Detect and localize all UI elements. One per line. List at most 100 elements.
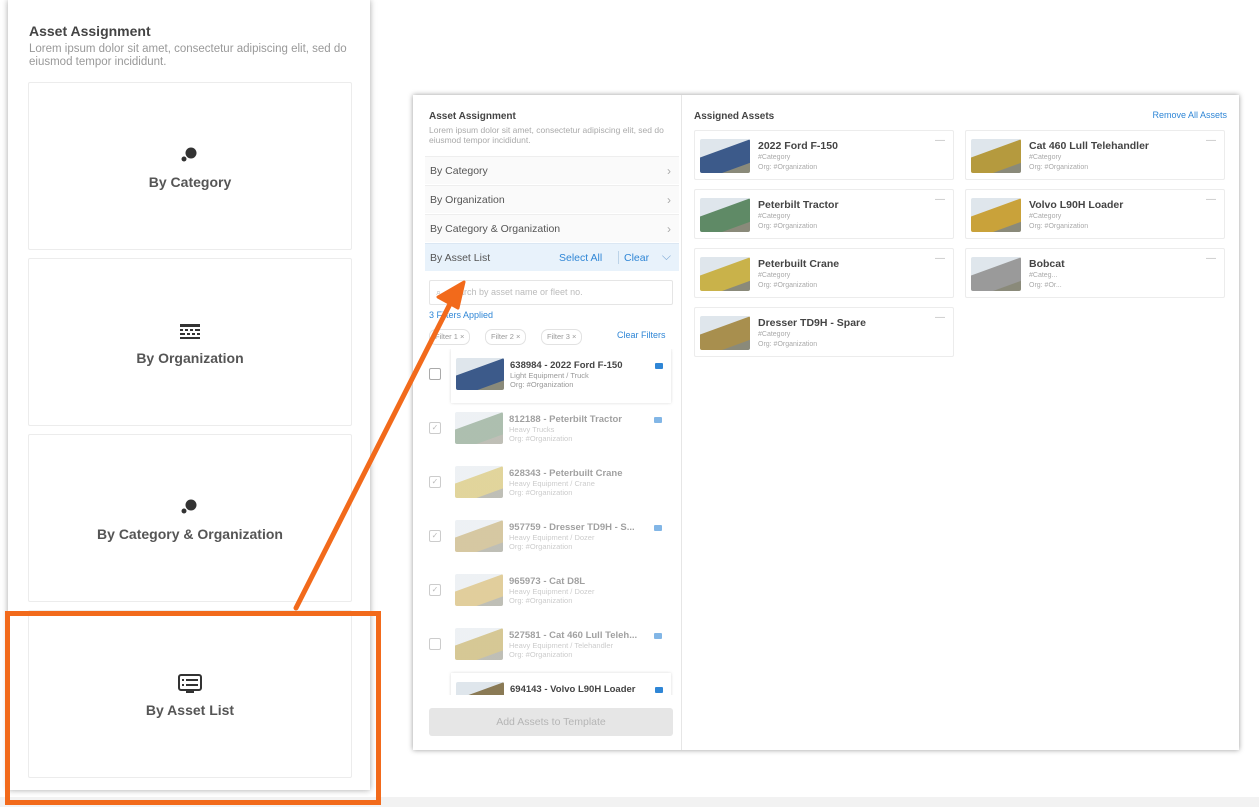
list-item[interactable]: 527581 - Cat 460 Lull Teleh... Heavy Equ… <box>423 619 675 673</box>
by-organization-option[interactable]: By Organization <box>28 258 352 426</box>
asset-category: #Category <box>758 331 791 338</box>
accordion-by-category[interactable]: By Category › <box>425 156 679 184</box>
chevron-right-icon: › <box>667 164 671 178</box>
asset-category: #Category <box>1029 213 1062 220</box>
filter-chip[interactable]: Filter 3 × <box>541 329 583 345</box>
panel-description: Lorem ipsum dolor sit amet, consectetur … <box>29 43 347 68</box>
asset-name: Bobcat <box>1029 258 1065 270</box>
asset-name: 628343 - Peterbuilt Crane <box>509 468 623 479</box>
asset-name: 2022 Ford F-150 <box>758 140 838 152</box>
clear-link[interactable]: Clear <box>624 252 649 264</box>
filters-applied-link[interactable]: 3 Filters Applied <box>429 310 493 320</box>
assigned-asset-card[interactable]: 2022 Ford F-150 #Category Org: #Organiza… <box>694 130 954 180</box>
list-item[interactable]: 694143 - Volvo L90H Loader <box>451 673 671 695</box>
accordion-label: By Asset List <box>430 251 491 264</box>
more-icon[interactable]: — <box>935 253 945 264</box>
list-item[interactable]: 638984 - 2022 Ford F-150 Light Equipment… <box>429 349 671 403</box>
asset-category: #Category <box>758 272 791 279</box>
checkbox[interactable] <box>429 368 441 380</box>
checkbox[interactable]: ✓ <box>429 584 441 596</box>
asset-org: Org: #Organization <box>758 282 818 289</box>
checkbox[interactable]: ✓ <box>429 530 441 542</box>
clear-filters-link[interactable]: Clear Filters <box>617 330 666 340</box>
asset-thumbnail <box>971 139 1021 173</box>
more-icon[interactable]: — <box>935 135 945 146</box>
assigned-asset-card[interactable]: Bobcat #Categ... Org: #Or... — <box>965 248 1225 298</box>
asset-category: Heavy Equipment / Crane <box>509 479 595 488</box>
asset-name: Cat 460 Lull Telehandler <box>1029 140 1150 152</box>
more-icon[interactable]: — <box>935 194 945 205</box>
chevron-down-icon[interactable]: ⌵ <box>662 249 671 264</box>
asset-thumbnail <box>455 466 503 498</box>
asset-thumbnail <box>455 412 503 444</box>
asset-org: Org: #Organization <box>758 341 818 348</box>
list-item[interactable]: ✓ 965973 - Cat D8L Heavy Equipment / Doz… <box>423 565 675 619</box>
asset-category: Heavy Equipment / Dozer <box>509 587 595 596</box>
asset-name: Peterbuilt Crane <box>758 258 840 270</box>
asset-name: 527581 - Cat 460 Lull Teleh... <box>509 630 638 641</box>
asset-thumbnail <box>700 257 750 291</box>
tag-icon <box>654 633 662 639</box>
assigned-asset-card[interactable]: Cat 460 Lull Telehandler #Category Org: … <box>965 130 1225 180</box>
asset-org: Org: #Organization <box>510 380 574 389</box>
asset-category: Heavy Equipment / Telehandler <box>509 641 614 650</box>
bottom-bar <box>0 797 1259 807</box>
more-icon[interactable]: — <box>935 312 945 323</box>
assigned-asset-card[interactable]: Volvo L90H Loader #Category Org: #Organi… <box>965 189 1225 239</box>
asset-category: #Category <box>758 154 791 161</box>
more-icon[interactable]: — <box>1206 194 1216 205</box>
panel-title: Asset Assignment <box>29 23 151 39</box>
organization-icon <box>178 318 202 342</box>
asset-category: #Category <box>758 213 791 220</box>
asset-category: #Categ... <box>1029 272 1058 279</box>
assignment-column: Asset Assignment Lorem ipsum dolor sit a… <box>413 95 682 750</box>
asset-name: Peterbilt Tractor <box>758 199 839 211</box>
accordion-by-category-organization[interactable]: By Category & Organization › <box>425 214 679 242</box>
by-category-organization-option[interactable]: By Category & Organization <box>28 434 352 602</box>
checkbox[interactable]: ✓ <box>429 422 441 434</box>
assigned-asset-card[interactable]: Peterbuilt Crane #Category Org: #Organiz… <box>694 248 954 298</box>
accordion-by-organization[interactable]: By Organization › <box>425 185 679 213</box>
asset-thumbnail <box>456 682 504 695</box>
checkbox[interactable]: ✓ <box>429 476 441 488</box>
more-icon[interactable]: — <box>1206 253 1216 264</box>
option-label: By Asset List <box>145 702 235 718</box>
asset-name: Dresser TD9H - Spare <box>758 317 866 329</box>
remove-all-assets-link[interactable]: Remove All Assets <box>1152 110 1227 120</box>
asset-list: 638984 - 2022 Ford F-150 Light Equipment… <box>423 349 675 695</box>
search-input[interactable]: ⌕ Search by asset name or fleet no. <box>429 280 673 305</box>
asset-org: Org: #Or... <box>1029 282 1062 289</box>
assigned-asset-card[interactable]: Dresser TD9H - Spare #Category Org: #Org… <box>694 307 954 357</box>
accordion-label: By Category <box>430 164 488 177</box>
checkbox[interactable] <box>429 638 441 650</box>
asset-org: Org: #Organization <box>509 488 573 497</box>
accordion-by-asset-list[interactable]: By Asset List Select All Clear ⌵ <box>425 243 679 271</box>
asset-org: Org: #Organization <box>758 164 818 171</box>
asset-org: Org: #Organization <box>509 434 573 443</box>
tag-icon <box>655 363 663 369</box>
by-category-option[interactable]: By Category <box>28 82 352 250</box>
tag-icon <box>654 417 662 423</box>
category-icon <box>179 142 201 166</box>
asset-org: Org: #Organization <box>509 596 573 605</box>
more-icon[interactable]: — <box>1206 135 1216 146</box>
filter-chip[interactable]: Filter 1 × <box>429 329 471 345</box>
asset-thumbnail <box>455 520 503 552</box>
filter-chip[interactable]: Filter 2 × <box>485 329 527 345</box>
asset-thumbnail <box>700 316 750 350</box>
list-item[interactable]: ✓ 812188 - Peterbilt Tractor Heavy Truck… <box>423 403 675 457</box>
list-item[interactable]: ✓ 957759 - Dresser TD9H - S... Heavy Equ… <box>423 511 675 565</box>
assigned-asset-card[interactable]: Peterbilt Tractor #Category Org: #Organi… <box>694 189 954 239</box>
add-assets-button[interactable]: Add Assets to Template <box>429 708 673 736</box>
by-asset-list-option[interactable]: By Asset List <box>28 610 352 778</box>
asset-org: Org: #Organization <box>1029 223 1089 230</box>
list-item[interactable]: ✓ 628343 - Peterbuilt Crane Heavy Equipm… <box>423 457 675 511</box>
asset-name: 965973 - Cat D8L <box>509 576 586 587</box>
asset-thumbnail <box>971 257 1021 291</box>
chevron-right-icon: › <box>667 193 671 207</box>
option-label: By Organization <box>136 350 244 366</box>
asset-list-icon <box>177 670 203 694</box>
asset-assignment-detail-panel: Asset Assignment Lorem ipsum dolor sit a… <box>413 95 1239 750</box>
search-icon: ⌕ <box>436 287 442 297</box>
select-all-link[interactable]: Select All <box>559 252 602 264</box>
